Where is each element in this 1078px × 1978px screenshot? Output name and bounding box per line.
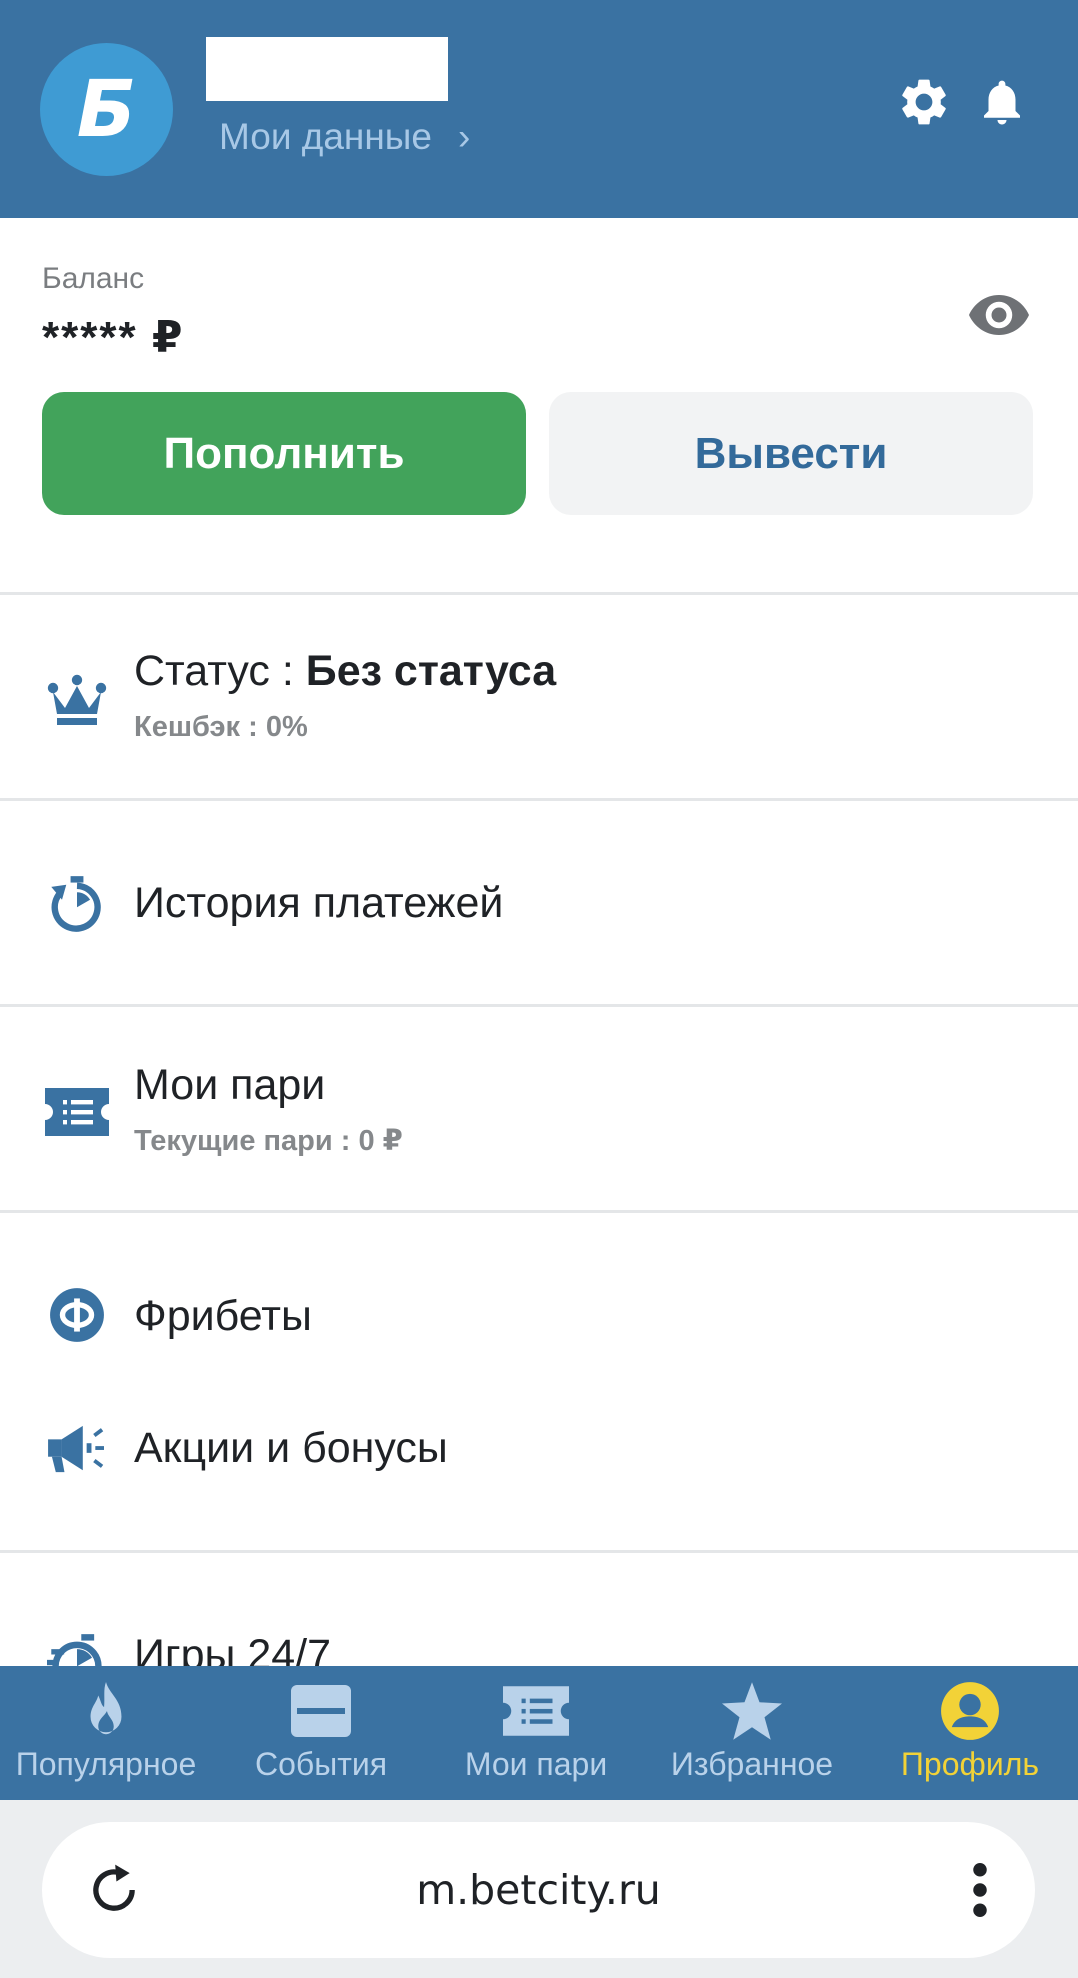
status-label: Статус : (134, 647, 306, 695)
deposit-button[interactable]: Пополнить (42, 392, 526, 515)
my-data-label: Мои данные (219, 116, 432, 157)
status-value: Без статуса (305, 647, 557, 695)
bottom-navigation: Популярное События Мои пари Избранное Пр… (0, 1666, 1078, 1800)
eye-icon[interactable] (968, 290, 1030, 340)
nav-tab-favorites[interactable]: Избранное (642, 1666, 862, 1800)
freebet-icon (44, 1282, 110, 1348)
menu-item-freebets[interactable]: Фрибеты (0, 1260, 1078, 1372)
user-name-redacted (206, 37, 448, 101)
payment-history-title: История платежей (134, 879, 504, 927)
bell-icon[interactable] (972, 72, 1032, 132)
menu-item-promotions[interactable]: Акции и бонусы (0, 1394, 1078, 1506)
gear-icon[interactable] (894, 72, 954, 132)
promotions-title: Акции и бонусы (134, 1424, 448, 1472)
withdraw-button[interactable]: Вывести (549, 392, 1033, 515)
url-text[interactable]: m.betcity.ru (42, 1866, 1035, 1914)
megaphone-icon (44, 1416, 110, 1482)
my-data-link[interactable]: Мои данные › (219, 112, 470, 162)
nav-tab-my-bets[interactable]: Мои пари (430, 1666, 642, 1800)
profile-icon (935, 1680, 1005, 1742)
status-title: Статус : Без статуса (134, 647, 556, 696)
star-icon (717, 1680, 787, 1742)
nav-label: Профиль (900, 1746, 1040, 1782)
events-icon (286, 1680, 356, 1742)
cashback-subtitle: Кешбэк : 0% (134, 711, 308, 743)
menu-item-games[interactable]: Игры 24/7 (0, 1553, 1078, 1666)
stopwatch-history-icon (44, 871, 110, 937)
chevron-right-icon: › (457, 116, 471, 157)
balance-value: ***** ₽ (42, 313, 185, 362)
divider (0, 1210, 1078, 1213)
address-bar[interactable]: m.betcity.ru (42, 1822, 1035, 1958)
menu-item-status[interactable]: Статус : Без статуса Кешбэк : 0% (0, 595, 1078, 800)
my-bets-title: Мои пари (134, 1061, 326, 1109)
nav-tab-popular[interactable]: Популярное (0, 1666, 212, 1800)
menu-item-my-bets[interactable]: Мои пари Текущие пари : 0 ₽ (0, 1007, 1078, 1212)
nav-tab-profile[interactable]: Профиль (862, 1666, 1078, 1800)
menu-item-payment-history[interactable]: История платежей (0, 801, 1078, 1006)
games-title: Игры 24/7 (134, 1631, 332, 1666)
games-icon (44, 1629, 110, 1666)
ticket-icon (44, 1079, 110, 1145)
ticket-icon (501, 1680, 571, 1742)
nav-label: Избранное (670, 1746, 834, 1782)
crown-icon (44, 667, 110, 733)
nav-label: Популярное (15, 1746, 197, 1782)
nav-label: Мои пари (464, 1746, 608, 1782)
avatar-letter: Б (76, 64, 137, 155)
current-bets-subtitle: Текущие пари : 0 ₽ (134, 1125, 403, 1157)
nav-tab-events[interactable]: События (212, 1666, 430, 1800)
more-vert-icon[interactable] (960, 1858, 1000, 1922)
balance-label: Баланс (42, 262, 145, 295)
flame-icon (71, 1680, 141, 1742)
profile-header: Б Мои данные › (0, 0, 1078, 218)
browser-toolbar: m.betcity.ru (0, 1800, 1078, 1978)
freebets-title: Фрибеты (134, 1292, 312, 1340)
nav-label: События (254, 1746, 388, 1782)
avatar[interactable]: Б (40, 43, 173, 176)
